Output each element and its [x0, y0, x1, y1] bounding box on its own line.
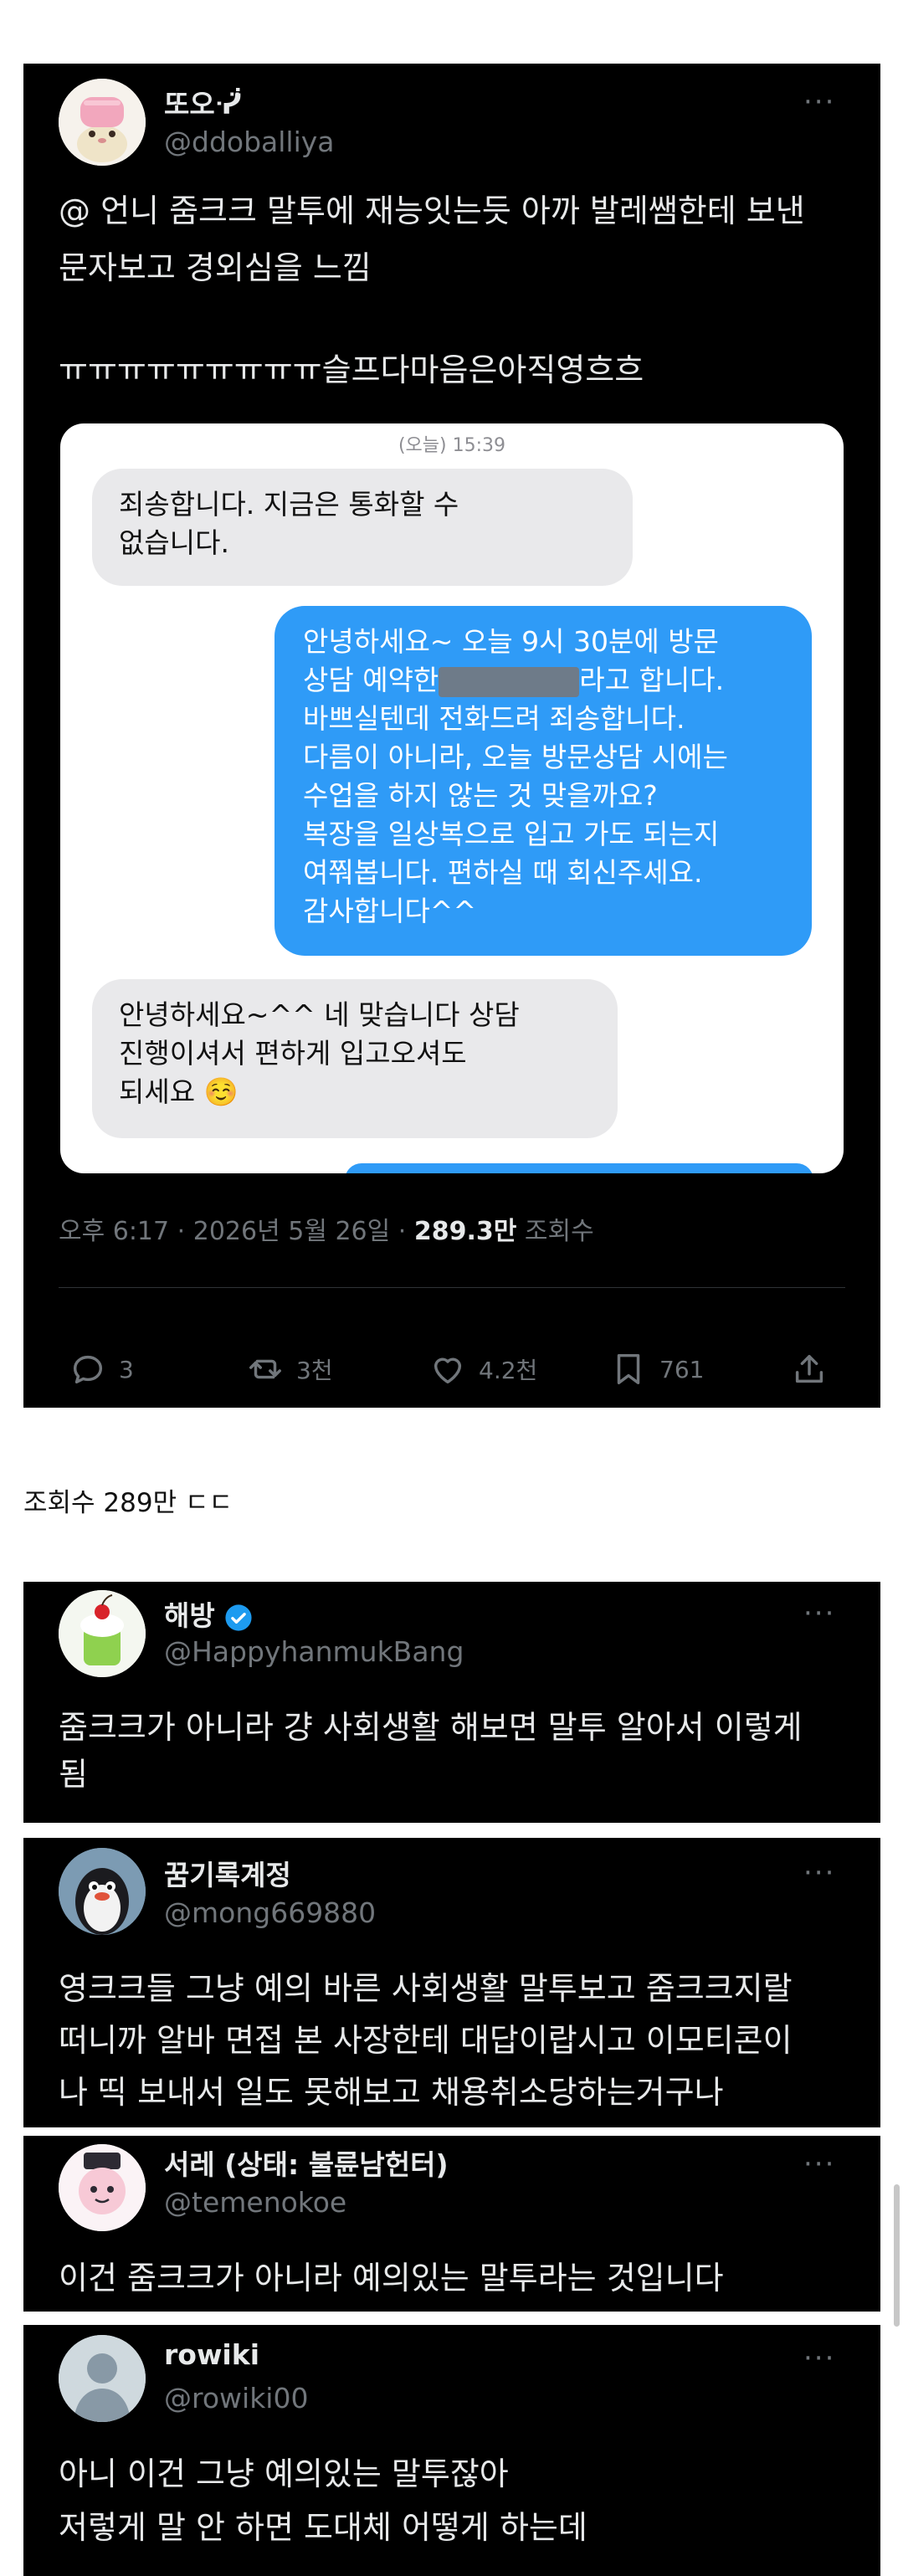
share-icon [795, 1354, 823, 1383]
avatar-melon-soda-icon [59, 1590, 146, 1677]
display-name[interactable]: 해방 [164, 1593, 253, 1634]
message-line: 안녕하세요~ 오늘 9시 30분에 방문 [303, 625, 719, 658]
more-options-icon[interactable]: ··· [803, 2150, 835, 2178]
share-button[interactable] [790, 1344, 829, 1394]
reply-count: 3 [119, 1355, 134, 1383]
view-count-label: 조회수 [524, 1217, 594, 1246]
sent-message-bubble-partial [345, 1163, 813, 1173]
meta-separator: · [177, 1217, 186, 1246]
reply-icon [73, 1355, 103, 1384]
like-count: 4.2천 [479, 1357, 538, 1384]
message-text: 라고 합니다. [579, 664, 725, 696]
handle[interactable]: @temenokoe [164, 2186, 346, 2219]
avatar-plush-icon [59, 79, 146, 166]
bookmark-count: 761 [659, 1355, 705, 1383]
more-options-icon[interactable]: ··· [803, 1859, 835, 1887]
tweet-text-line: 영크크들 그냥 예의 바른 사회생활 말투보고 줌크크지랄 [59, 1970, 793, 2007]
message-text: 상담 예약한 [303, 664, 439, 696]
like-button[interactable]: 4.2천 [428, 1344, 537, 1394]
message-text: 되세요 [119, 1075, 196, 1108]
more-options-icon[interactable]: ··· [803, 88, 835, 116]
main-tweet-card[interactable]: 또오ᓺ̈ @ddoballiya ··· @ 언니 줌크크 말투에 재능잇는듯 … [23, 64, 880, 1408]
attached-image[interactable]: (오늘) 15:39 죄송합니다. 지금은 통화할 수 없습니다. 안녕하세요~… [60, 423, 844, 1173]
message-timestamp: (오늘) 15:39 [398, 435, 506, 456]
sent-message-bubble: 안녕하세요~ 오늘 9시 30분에 방문 상담 예약한 라고 합니다. 바쁘실텐데… [274, 606, 812, 956]
tweet-text-line: ㅠㅠㅠㅠㅠㅠㅠㅠㅠ슬프다마음은아직영흐흐 [59, 352, 644, 388]
avatar[interactable] [59, 2144, 146, 2231]
message-line: 감사합니다^^ [303, 895, 477, 927]
tweet-text-line: 됨 [59, 1756, 88, 1793]
verified-badge-icon [225, 1604, 252, 1631]
tweet-text-line: 저렇게 말 안 하면 도대체 어떻게 하는데 [59, 2509, 587, 2546]
display-name[interactable]: rowiki [164, 2338, 259, 2371]
reply-tweet-card[interactable]: 꿈기록계정 @mong669880 ··· 영크크들 그냥 예의 바른 사회생활… [23, 1838, 880, 2127]
tweet-text-line: 문자보고 경외심을 느낌 [59, 249, 372, 286]
view-count: 289.3만 [413, 1217, 517, 1246]
reply-tweet-card[interactable]: 서레 (상태: 불륜남헌터) @temenokoe ··· 이건 줌크크가 아니… [23, 2136, 880, 2312]
more-options-icon[interactable]: ··· [803, 1599, 835, 1628]
message-line: 죄송합니다. 지금은 통화할 수 [119, 488, 459, 521]
handle[interactable]: @HappyhanmukBang [164, 1635, 464, 1668]
message-line: 복장을 일상복으로 입고 가도 되는지 [303, 818, 720, 850]
avatar[interactable] [59, 1590, 146, 1677]
display-name[interactable]: 서레 (상태: 불륜남헌터) [164, 2142, 449, 2183]
message-line: 안녕하세요~^^ 네 맞습니다 상담 [119, 998, 520, 1031]
tweet-text-line: 줌크크가 아니라 걍 사회생활 해보면 말투 알아서 이렇게 [59, 1709, 803, 1746]
avatar[interactable] [59, 1848, 146, 1935]
meta-separator: · [398, 1217, 407, 1246]
redacted-name-block [439, 666, 580, 697]
display-name[interactable]: 꿈기록계정 [164, 1853, 291, 1893]
retweet-count: 3천 [296, 1357, 333, 1384]
reply-tweet-card[interactable]: 해방 @HappyhanmukBang ··· 줌크크가 아니라 걍 사회생활 … [23, 1582, 880, 1823]
bookmark-icon [617, 1353, 640, 1385]
received-message-bubble: 안녕하세요~^^ 네 맞습니다 상담 진행이셔서 편하게 입고오셔도 되세요 ☺… [92, 979, 618, 1138]
tweet-text-line: 떠니까 알바 면접 본 사장한테 대답이랍시고 이모티콘이 [59, 2022, 793, 2059]
message-line: 다름이 아니라, 오늘 방문상담 시에는 [303, 741, 728, 773]
smiling-emoji-icon: ☺️ [203, 1075, 239, 1108]
default-avatar-icon [59, 2335, 146, 2422]
tweet-text-line: 아니 이건 그냥 예의있는 말투잖아 [59, 2455, 509, 2492]
message-line-with-redaction: 상담 예약한 라고 합니다. [303, 661, 783, 700]
tweet-text-line: 나 띡 보내서 일도 못해보고 채용취소당하는거구나 [59, 2074, 724, 2111]
display-name[interactable]: 또오ᓺ̈ [164, 82, 242, 122]
handle[interactable]: @rowiki00 [164, 2382, 308, 2414]
tweet-text-line: @ 언니 줌크크 말투에 재능잇는듯 아까 발레쌤한테 보낸 [59, 192, 805, 229]
avatar[interactable] [59, 79, 146, 166]
message-line-with-emoji: 되세요 ☺️ [119, 1073, 591, 1111]
divider [59, 1287, 845, 1288]
heart-icon [434, 1357, 462, 1384]
message-line: 진행이셔서 편하게 입고오셔도 [119, 1037, 467, 1070]
more-options-icon[interactable]: ··· [803, 2344, 835, 2373]
avatar[interactable] [59, 2335, 146, 2422]
reply-button[interactable]: 3 [69, 1344, 134, 1394]
handle[interactable]: @ddoballiya [164, 126, 335, 158]
message-line: 없습니다. [119, 526, 229, 559]
post-date[interactable]: 2026년 5월 26일 [193, 1217, 390, 1246]
message-line: 수업을 하지 않는 것 맞을까요? [303, 779, 658, 812]
message-line: 바쁘실텐데 전화드려 죄송합니다. [303, 702, 685, 735]
retweet-icon [249, 1359, 281, 1379]
tweet-meta: 오후 6:17 · 2026년 5월 26일 · 289.3만 조회수 [59, 1210, 594, 1247]
received-message-bubble: 죄송합니다. 지금은 통화할 수 없습니다. [92, 469, 633, 586]
avatar-penguin-icon [59, 1848, 146, 1935]
bookmark-button[interactable]: 761 [609, 1344, 704, 1394]
message-line: 여쭤봅니다. 편하실 때 회신주세요. [303, 856, 703, 889]
post-time[interactable]: 오후 6:17 [59, 1217, 169, 1246]
reply-tweet-card[interactable]: rowiki @rowiki00 ··· 아니 이건 그냥 예의있는 말투잖아 … [23, 2325, 880, 2576]
avatar-character-icon [59, 2144, 146, 2231]
display-name-text[interactable]: 해방 [164, 1599, 215, 1632]
retweet-button[interactable]: 3천 [246, 1344, 333, 1394]
post-caption: 조회수 289만 ㄷㄷ [23, 1488, 233, 1518]
handle[interactable]: @mong669880 [164, 1896, 376, 1929]
tweet-text-line: 이건 줌크크가 아니라 예의있는 말투라는 것입니다 [59, 2260, 724, 2296]
scrollbar[interactable] [894, 2184, 900, 2327]
